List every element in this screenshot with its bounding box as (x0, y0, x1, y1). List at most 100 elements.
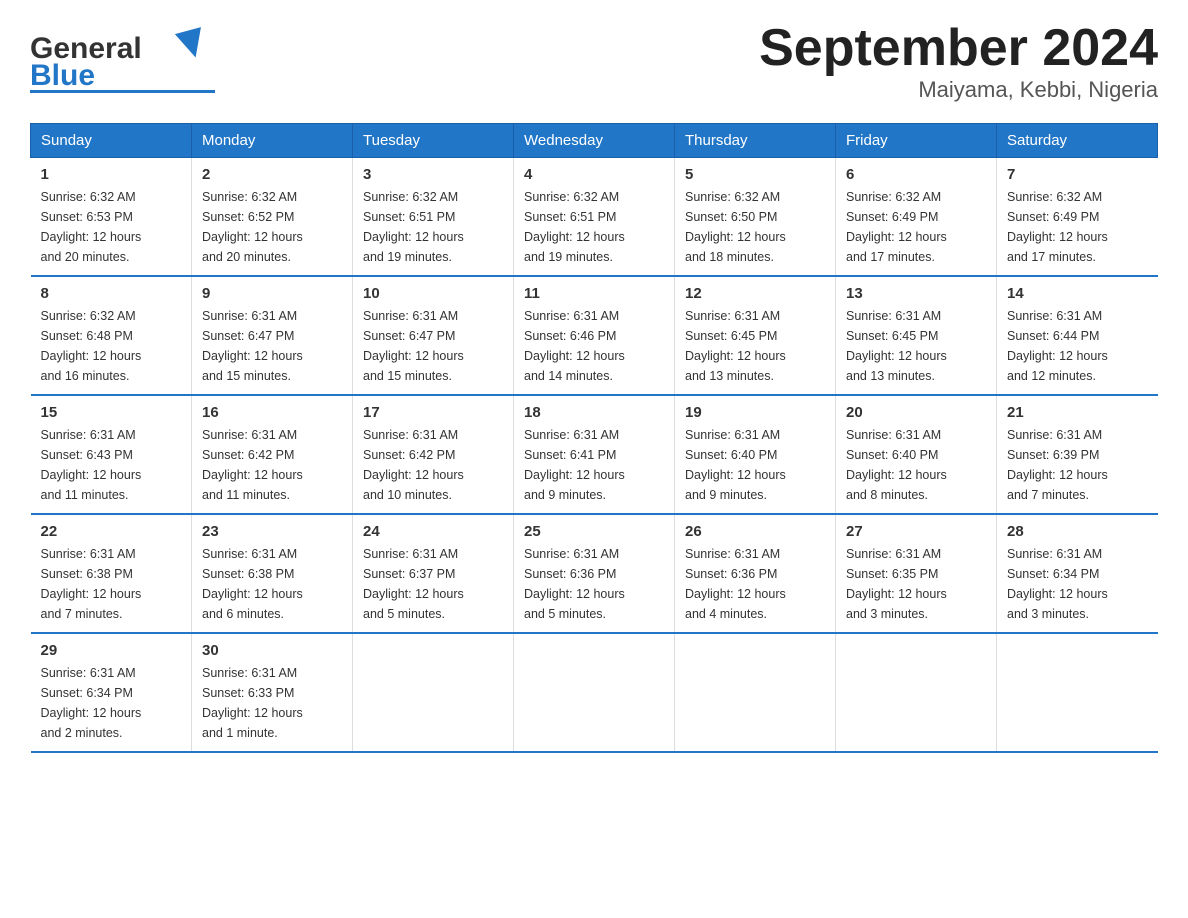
page-header: General Blue September 2024 Maiyama, Keb… (30, 20, 1158, 103)
header-saturday: Saturday (997, 124, 1158, 158)
day-number: 13 (846, 285, 986, 302)
day-number: 9 (202, 285, 342, 302)
header-thursday: Thursday (675, 124, 836, 158)
logo-svg: General Blue (30, 20, 220, 100)
calendar-cell-w5-d6 (836, 633, 997, 752)
day-info: Sunrise: 6:31 AMSunset: 6:35 PMDaylight:… (846, 544, 986, 624)
calendar-cell-w3-d3: 17 Sunrise: 6:31 AMSunset: 6:42 PMDayligh… (353, 395, 514, 514)
day-number: 2 (202, 166, 342, 183)
day-info: Sunrise: 6:31 AMSunset: 6:36 PMDaylight:… (524, 544, 664, 624)
calendar-cell-w1-d3: 3 Sunrise: 6:32 AMSunset: 6:51 PMDaylight… (353, 158, 514, 277)
calendar-cell-w4-d2: 23Sunrise: 6:31 AMSunset: 6:38 PMDayligh… (192, 514, 353, 633)
calendar-cell-w4-d3: 24 Sunrise: 6:31 AMSunset: 6:37 PMDayligh… (353, 514, 514, 633)
calendar-cell-w1-d7: 7 Sunrise: 6:32 AMSunset: 6:49 PMDaylight… (997, 158, 1158, 277)
calendar-header-row: Sunday Monday Tuesday Wednesday Thursday… (31, 124, 1158, 158)
day-number: 6 (846, 166, 986, 183)
day-number: 7 (1007, 166, 1148, 183)
day-info: Sunrise: 6:31 AMSunset: 6:37 PMDaylight:… (363, 544, 503, 624)
calendar-cell-w2-d5: 12 Sunrise: 6:31 AMSunset: 6:45 PMDayligh… (675, 276, 836, 395)
calendar-table: Sunday Monday Tuesday Wednesday Thursday… (30, 123, 1158, 753)
day-number: 25 (524, 523, 664, 540)
day-info: Sunrise: 6:32 AMSunset: 6:50 PMDaylight:… (685, 187, 825, 267)
calendar-location: Maiyama, Kebbi, Nigeria (759, 77, 1158, 103)
day-info: Sunrise: 6:32 AMSunset: 6:51 PMDaylight:… (363, 187, 503, 267)
day-number: 22 (41, 523, 182, 540)
day-info: Sunrise: 6:31 AMSunset: 6:40 PMDaylight:… (846, 425, 986, 505)
calendar-cell-w5-d5 (675, 633, 836, 752)
calendar-cell-w5-d7 (997, 633, 1158, 752)
calendar-title: September 2024 (759, 20, 1158, 77)
day-info: Sunrise: 6:32 AMSunset: 6:49 PMDaylight:… (846, 187, 986, 267)
day-info: Sunrise: 6:31 AMSunset: 6:33 PMDaylight:… (202, 663, 342, 743)
calendar-cell-w1-d5: 5Sunrise: 6:32 AMSunset: 6:50 PMDaylight… (675, 158, 836, 277)
header-monday: Monday (192, 124, 353, 158)
day-number: 11 (524, 285, 664, 302)
day-info: Sunrise: 6:31 AMSunset: 6:47 PMDaylight:… (202, 306, 342, 386)
day-number: 12 (685, 285, 825, 302)
day-number: 18 (524, 404, 664, 421)
header-wednesday: Wednesday (514, 124, 675, 158)
day-info: Sunrise: 6:31 AMSunset: 6:41 PMDaylight:… (524, 425, 664, 505)
calendar-cell-w1-d2: 2 Sunrise: 6:32 AMSunset: 6:52 PMDaylight… (192, 158, 353, 277)
day-number: 21 (1007, 404, 1148, 421)
day-number: 3 (363, 166, 503, 183)
logo: General Blue (30, 20, 220, 100)
day-number: 15 (41, 404, 182, 421)
calendar-cell-w1-d4: 4 Sunrise: 6:32 AMSunset: 6:51 PMDaylight… (514, 158, 675, 277)
week-row-1: 1 Sunrise: 6:32 AMSunset: 6:53 PMDaylight… (31, 158, 1158, 277)
day-info: Sunrise: 6:31 AMSunset: 6:42 PMDaylight:… (363, 425, 503, 505)
day-info: Sunrise: 6:31 AMSunset: 6:43 PMDaylight:… (41, 425, 182, 505)
week-row-3: 15 Sunrise: 6:31 AMSunset: 6:43 PMDayligh… (31, 395, 1158, 514)
day-number: 10 (363, 285, 503, 302)
day-info: Sunrise: 6:31 AMSunset: 6:39 PMDaylight:… (1007, 425, 1148, 505)
calendar-cell-w3-d1: 15 Sunrise: 6:31 AMSunset: 6:43 PMDayligh… (31, 395, 192, 514)
calendar-cell-w4-d6: 27 Sunrise: 6:31 AMSunset: 6:35 PMDayligh… (836, 514, 997, 633)
calendar-cell-w2-d4: 11 Sunrise: 6:31 AMSunset: 6:46 PMDayligh… (514, 276, 675, 395)
calendar-cell-w4-d1: 22Sunrise: 6:31 AMSunset: 6:38 PMDayligh… (31, 514, 192, 633)
calendar-cell-w2-d6: 13Sunrise: 6:31 AMSunset: 6:45 PMDayligh… (836, 276, 997, 395)
day-info: Sunrise: 6:31 AMSunset: 6:45 PMDaylight:… (685, 306, 825, 386)
day-number: 24 (363, 523, 503, 540)
day-number: 14 (1007, 285, 1148, 302)
day-info: Sunrise: 6:31 AMSunset: 6:34 PMDaylight:… (1007, 544, 1148, 624)
day-info: Sunrise: 6:32 AMSunset: 6:53 PMDaylight:… (41, 187, 182, 267)
calendar-cell-w3-d7: 21 Sunrise: 6:31 AMSunset: 6:39 PMDayligh… (997, 395, 1158, 514)
week-row-2: 8 Sunrise: 6:32 AMSunset: 6:48 PMDaylight… (31, 276, 1158, 395)
calendar-cell-w3-d4: 18 Sunrise: 6:31 AMSunset: 6:41 PMDayligh… (514, 395, 675, 514)
calendar-cell-w2-d2: 9 Sunrise: 6:31 AMSunset: 6:47 PMDaylight… (192, 276, 353, 395)
calendar-cell-w1-d6: 6 Sunrise: 6:32 AMSunset: 6:49 PMDaylight… (836, 158, 997, 277)
day-info: Sunrise: 6:31 AMSunset: 6:46 PMDaylight:… (524, 306, 664, 386)
calendar-cell-w5-d2: 30Sunrise: 6:31 AMSunset: 6:33 PMDayligh… (192, 633, 353, 752)
header-friday: Friday (836, 124, 997, 158)
week-row-5: 29Sunrise: 6:31 AMSunset: 6:34 PMDayligh… (31, 633, 1158, 752)
calendar-cell-w4-d5: 26 Sunrise: 6:31 AMSunset: 6:36 PMDayligh… (675, 514, 836, 633)
calendar-cell-w2-d7: 14 Sunrise: 6:31 AMSunset: 6:44 PMDayligh… (997, 276, 1158, 395)
header-tuesday: Tuesday (353, 124, 514, 158)
header-sunday: Sunday (31, 124, 192, 158)
day-number: 27 (846, 523, 986, 540)
day-number: 28 (1007, 523, 1148, 540)
day-info: Sunrise: 6:31 AMSunset: 6:47 PMDaylight:… (363, 306, 503, 386)
calendar-cell-w5-d3 (353, 633, 514, 752)
calendar-cell-w3-d2: 16Sunrise: 6:31 AMSunset: 6:42 PMDayligh… (192, 395, 353, 514)
day-number: 1 (41, 166, 182, 183)
week-row-4: 22Sunrise: 6:31 AMSunset: 6:38 PMDayligh… (31, 514, 1158, 633)
calendar-cell-w2-d1: 8 Sunrise: 6:32 AMSunset: 6:48 PMDaylight… (31, 276, 192, 395)
day-number: 29 (41, 642, 182, 659)
day-info: Sunrise: 6:31 AMSunset: 6:36 PMDaylight:… (685, 544, 825, 624)
calendar-cell-w2-d3: 10 Sunrise: 6:31 AMSunset: 6:47 PMDayligh… (353, 276, 514, 395)
day-number: 20 (846, 404, 986, 421)
day-number: 17 (363, 404, 503, 421)
day-number: 16 (202, 404, 342, 421)
day-number: 8 (41, 285, 182, 302)
day-info: Sunrise: 6:31 AMSunset: 6:44 PMDaylight:… (1007, 306, 1148, 386)
title-section: September 2024 Maiyama, Kebbi, Nigeria (759, 20, 1158, 103)
day-info: Sunrise: 6:32 AMSunset: 6:48 PMDaylight:… (41, 306, 182, 386)
day-number: 4 (524, 166, 664, 183)
day-info: Sunrise: 6:32 AMSunset: 6:52 PMDaylight:… (202, 187, 342, 267)
calendar-cell-w1-d1: 1 Sunrise: 6:32 AMSunset: 6:53 PMDaylight… (31, 158, 192, 277)
day-info: Sunrise: 6:32 AMSunset: 6:49 PMDaylight:… (1007, 187, 1148, 267)
day-info: Sunrise: 6:31 AMSunset: 6:40 PMDaylight:… (685, 425, 825, 505)
day-info: Sunrise: 6:32 AMSunset: 6:51 PMDaylight:… (524, 187, 664, 267)
day-number: 26 (685, 523, 825, 540)
